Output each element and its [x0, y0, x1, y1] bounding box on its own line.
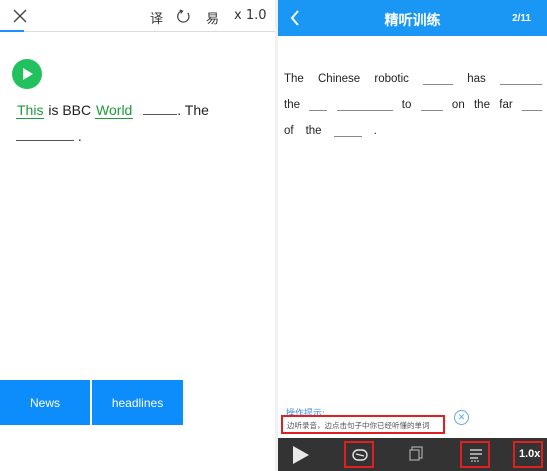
- sentence-text: .: [77, 128, 82, 144]
- text-list-button[interactable]: [460, 441, 490, 468]
- close-hint-icon[interactable]: ✕: [454, 410, 469, 425]
- speed-label: 1.0x: [519, 448, 541, 460]
- text-line: the to on the far: [284, 85, 542, 111]
- copy-icon[interactable]: [409, 446, 423, 461]
- speed-button[interactable]: x 1.0: [234, 8, 267, 23]
- page-title: 精听训练: [384, 13, 441, 29]
- word[interactable]: Chinese: [318, 73, 360, 85]
- hint-text: 边听录音，边点击句子中你已经听懂的单词: [287, 421, 430, 430]
- right-panel: 精听训练 2/11 The Chinese robotic has the to…: [278, 0, 547, 471]
- word-blank[interactable]: [420, 99, 443, 111]
- word[interactable]: the: [306, 125, 322, 137]
- word-blank[interactable]: [143, 101, 178, 115]
- dictation-text: The Chinese robotic has the to on the fa…: [284, 59, 542, 137]
- word-blank[interactable]: [499, 73, 542, 85]
- word-this[interactable]: This: [16, 102, 45, 119]
- word[interactable]: the: [474, 99, 490, 111]
- left-panel: 译 易 x 1.0 This is BBC World . The . News…: [0, 0, 275, 471]
- loop-icon: [352, 449, 368, 461]
- word[interactable]: far: [499, 99, 512, 111]
- word[interactable]: robotic: [374, 73, 409, 85]
- word[interactable]: has: [467, 73, 486, 85]
- tab-indicator: [0, 30, 24, 32]
- word-blank[interactable]: [16, 127, 74, 141]
- play-icon: [23, 68, 33, 80]
- sentence: This is BBC World . The .: [16, 97, 266, 149]
- word-world[interactable]: World: [95, 102, 134, 119]
- refresh-icon[interactable]: [176, 9, 191, 24]
- word[interactable]: of: [284, 125, 294, 137]
- word[interactable]: to: [402, 99, 412, 111]
- word-blank[interactable]: [521, 99, 542, 111]
- word-blank[interactable]: [423, 73, 454, 85]
- speed-button[interactable]: 1.0x: [513, 441, 543, 468]
- loop-button[interactable]: [344, 441, 374, 468]
- progress-count: 2/11: [512, 13, 531, 24]
- tag-headlines-button[interactable]: headlines: [92, 380, 183, 425]
- header: 精听训练 2/11: [278, 0, 547, 36]
- word[interactable]: .: [374, 125, 377, 137]
- word[interactable]: on: [452, 99, 465, 111]
- play-button[interactable]: [12, 59, 42, 89]
- play-icon[interactable]: [292, 445, 310, 465]
- tag-news-button[interactable]: News: [0, 380, 90, 425]
- text-line: The Chinese robotic has: [284, 59, 542, 85]
- easy-mode-button[interactable]: 易: [206, 8, 219, 27]
- sentence-text: is BBC: [48, 102, 92, 118]
- left-toolbar: 译 易 x 1.0: [0, 0, 275, 32]
- word-blank[interactable]: [309, 99, 328, 111]
- list-icon: [470, 449, 482, 462]
- translate-button[interactable]: 译: [150, 8, 163, 27]
- word-blank[interactable]: [333, 125, 362, 137]
- bottom-tags: News headlines: [0, 380, 183, 425]
- word[interactable]: the: [284, 99, 300, 111]
- close-icon[interactable]: [13, 9, 27, 23]
- text-line: of the .: [284, 111, 542, 137]
- hint-box: 边听录音，边点击句子中你已经听懂的单词: [281, 415, 445, 434]
- player-bar: 1.0x: [278, 438, 547, 471]
- word[interactable]: The: [284, 73, 304, 85]
- sentence-text: . The: [177, 102, 209, 118]
- word-blank[interactable]: [336, 99, 393, 111]
